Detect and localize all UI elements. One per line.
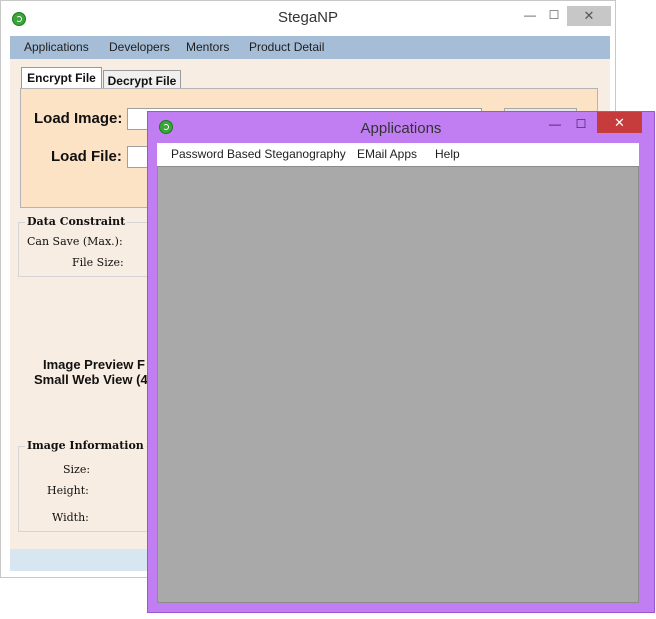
title-bar[interactable]: StegaNP — ☐ ✕ xyxy=(1,1,615,34)
menu-help[interactable]: Help xyxy=(435,147,460,161)
data-constraint-title: Data Constraint xyxy=(25,215,128,228)
size-label: Size: xyxy=(63,463,91,476)
menu-mentors[interactable]: Mentors xyxy=(186,40,229,54)
menu-bar: Password Based Steganography EMail Apps … xyxy=(157,143,639,166)
height-label: Height: xyxy=(47,484,89,497)
close-button[interactable]: ✕ xyxy=(567,6,611,26)
menu-applications[interactable]: Applications xyxy=(24,40,89,54)
width-label: Width: xyxy=(52,511,89,524)
load-file-label: Load File: xyxy=(51,148,122,165)
small-web-view-label: Small Web View (4 xyxy=(34,372,148,387)
can-save-label: Can Save (Max.): xyxy=(27,235,123,248)
data-constraint-group: Data Constraint Can Save (Max.): File Si… xyxy=(18,215,158,277)
tab-decrypt-file[interactable]: Decrypt File xyxy=(103,70,181,90)
maximize-button[interactable]: ☐ xyxy=(571,114,591,134)
menu-developers[interactable]: Developers xyxy=(109,40,170,54)
applications-window: Applications — ☐ ✕ Password Based Stegan… xyxy=(147,111,655,613)
minimize-button[interactable]: — xyxy=(545,114,565,134)
load-image-label: Load Image: xyxy=(34,110,123,127)
mdi-client-area xyxy=(157,166,639,603)
menu-email-apps[interactable]: EMail Apps xyxy=(357,147,417,161)
minimize-button[interactable]: — xyxy=(520,5,540,25)
image-information-title: Image Information xyxy=(25,439,146,452)
close-button[interactable]: ✕ xyxy=(597,112,642,133)
menu-password-based-steganography[interactable]: Password Based Steganography xyxy=(171,147,346,161)
maximize-button[interactable]: ☐ xyxy=(544,5,564,25)
image-information-group: Image Information Size: Height: Width: xyxy=(18,439,158,532)
file-size-label: File Size: xyxy=(72,256,124,269)
menu-product-detail[interactable]: Product Detail xyxy=(249,40,324,54)
image-preview-label: Image Preview F xyxy=(43,357,145,372)
tab-encrypt-file[interactable]: Encrypt File xyxy=(21,67,102,89)
menu-bar: Applications Developers Mentors Product … xyxy=(10,36,610,59)
